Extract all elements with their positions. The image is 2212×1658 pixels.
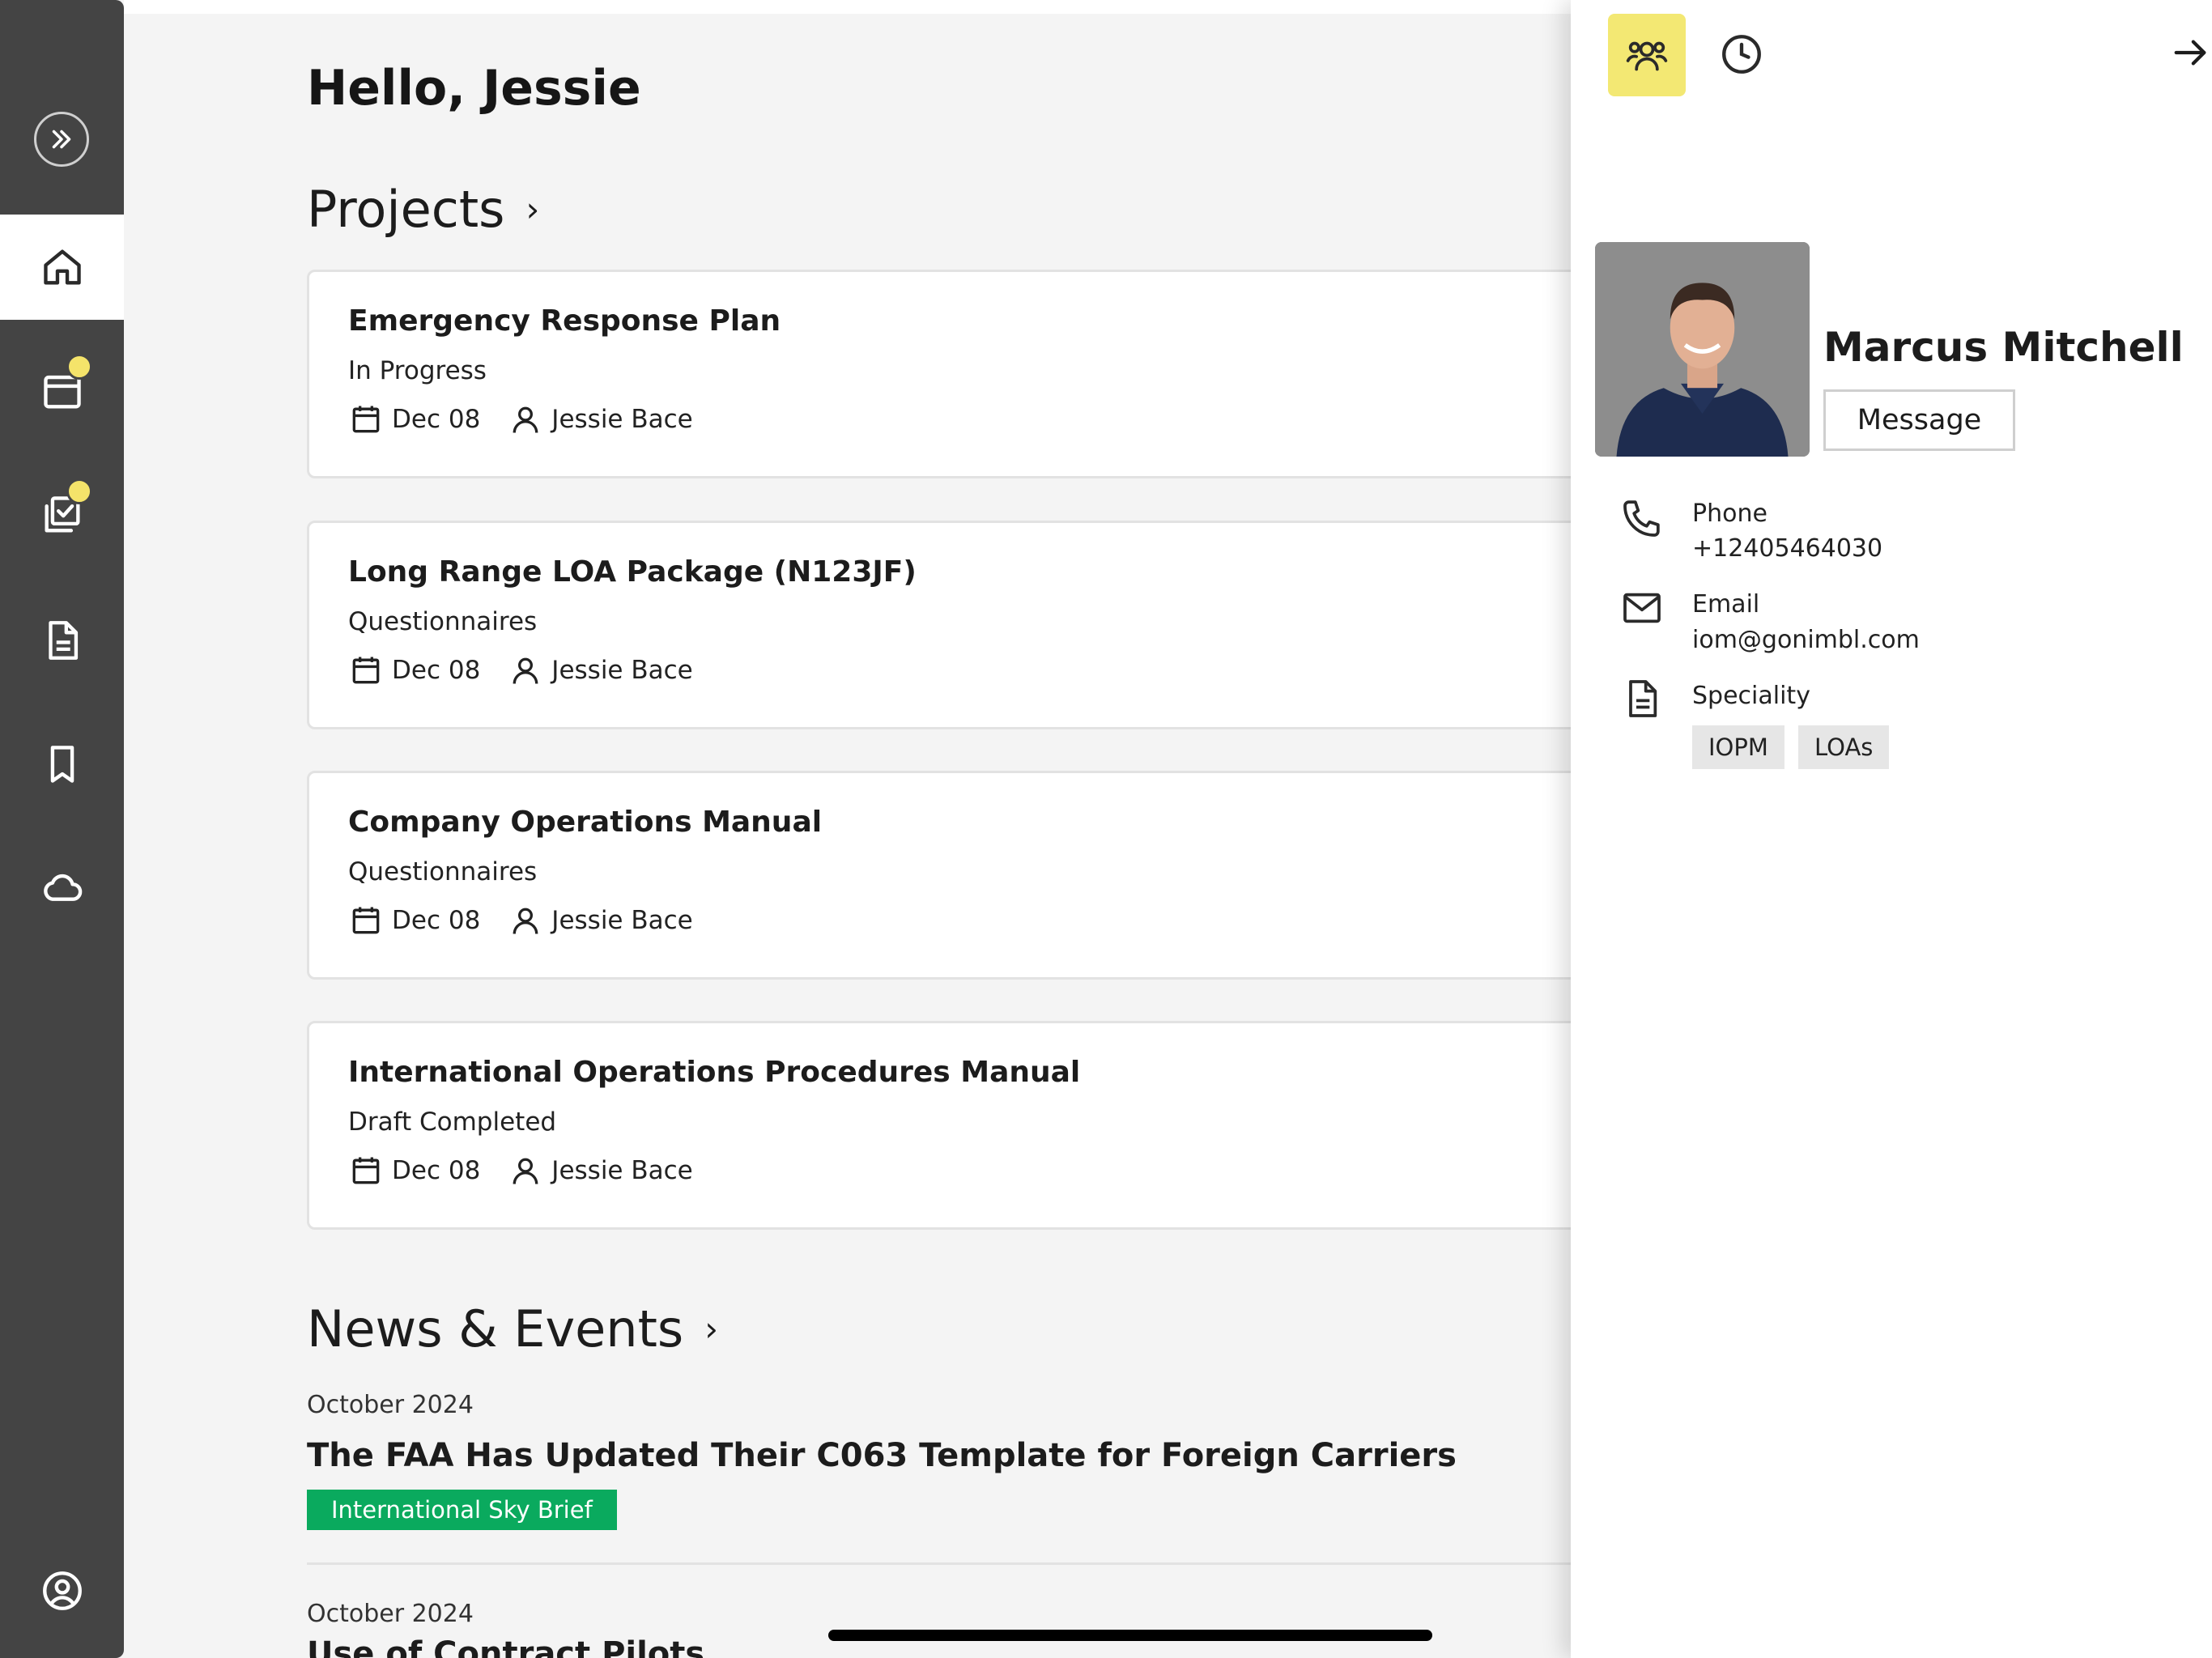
project-date: Dec 08 <box>392 656 481 685</box>
project-status: Questionnaires <box>348 857 538 886</box>
expand-icon <box>52 130 71 149</box>
project-status: In Progress <box>348 356 487 385</box>
project-owner: Jessie Bace <box>551 1156 693 1185</box>
sidebar-item-account[interactable] <box>0 1538 124 1643</box>
news-date: October 2024 <box>307 1391 474 1419</box>
project-title: Long Range LOA Package (N123JF) <box>348 555 917 589</box>
calendar-icon <box>352 657 380 684</box>
news-section-link[interactable]: News & Events › <box>307 1299 718 1358</box>
project-date: Dec 08 <box>392 405 481 434</box>
news-section-title: News & Events <box>307 1299 684 1358</box>
user-icon <box>513 908 538 934</box>
speciality-label: Speciality <box>1692 682 1810 710</box>
projects-section-link[interactable]: Projects › <box>307 180 539 239</box>
tab-history[interactable] <box>1716 29 1767 79</box>
user-icon <box>513 657 538 684</box>
speciality-chip: IOPM <box>1692 725 1784 769</box>
cloud-icon <box>43 874 82 901</box>
contacts-icon <box>1626 41 1668 71</box>
user-icon <box>513 406 538 433</box>
project-status: Questionnaires <box>348 607 538 636</box>
project-date: Dec 08 <box>392 1156 481 1185</box>
project-card[interactable]: Long Range LOA Package (N123JF) Question… <box>307 521 1586 729</box>
arrow-right-icon <box>2174 40 2206 66</box>
speciality-chip: LOAs <box>1798 725 1890 769</box>
project-meta: Dec 08 Jessie Bace <box>348 653 693 688</box>
sidebar-expand-button[interactable] <box>34 112 89 167</box>
news-title-link[interactable]: The FAA Has Updated Their C063 Template … <box>307 1437 1457 1474</box>
message-button[interactable]: Message <box>1823 389 2015 451</box>
chevron-right-icon: › <box>525 189 540 229</box>
email-label: Email <box>1692 590 1760 619</box>
projects-section-title: Projects <box>307 180 505 239</box>
project-meta: Dec 08 Jessie Bace <box>348 1153 693 1188</box>
document-icon <box>48 621 78 660</box>
sidebar <box>0 0 124 1658</box>
sidebar-item-home[interactable] <box>0 215 124 320</box>
close-panel-button[interactable] <box>2170 32 2210 73</box>
greeting-hello: Hello, <box>307 60 466 117</box>
project-meta: Dec 08 Jessie Bace <box>348 402 693 437</box>
calendar-icon <box>352 406 380 433</box>
sidebar-item-calendar[interactable] <box>0 338 124 444</box>
sidebar-item-documents[interactable] <box>0 588 124 693</box>
project-date: Dec 08 <box>392 906 481 935</box>
news-divider <box>307 1562 1586 1565</box>
avatar <box>1595 242 1810 457</box>
mail-icon <box>1623 593 1661 623</box>
project-owner: Jessie Bace <box>551 906 693 935</box>
greeting-name: Jessie <box>482 60 641 117</box>
contact-panel: Marcus Mitchell Message Phone +124054640… <box>1571 0 2212 1658</box>
user-icon <box>513 1158 538 1184</box>
greeting: Hello, Jessie <box>307 60 641 117</box>
contact-name: Marcus Mitchell <box>1823 324 2184 371</box>
phone-icon <box>1623 500 1660 537</box>
sidebar-item-cloud[interactable] <box>0 834 124 939</box>
project-meta: Dec 08 Jessie Bace <box>348 903 693 938</box>
document-icon <box>1629 680 1657 717</box>
phone-value[interactable]: +12405464030 <box>1692 534 1882 563</box>
calendar-icon <box>352 1157 380 1184</box>
sidebar-item-bookmarks[interactable] <box>0 712 124 817</box>
clock-icon <box>1722 35 1761 74</box>
phone-label: Phone <box>1692 500 1767 528</box>
chevron-right-icon: › <box>704 1309 719 1349</box>
notification-badge <box>66 354 92 380</box>
account-icon <box>42 1571 82 1610</box>
home-icon <box>43 249 81 285</box>
project-card[interactable]: Company Operations Manual Questionnaires… <box>307 771 1586 980</box>
project-card[interactable]: International Operations Procedures Manu… <box>307 1021 1586 1230</box>
project-title: International Operations Procedures Manu… <box>348 1056 1081 1089</box>
top-header-strip <box>124 0 1571 14</box>
project-owner: Jessie Bace <box>551 405 693 434</box>
project-status: Draft Completed <box>348 1107 557 1137</box>
news-title-link[interactable]: Use of Contract Pilots <box>307 1635 704 1658</box>
project-title: Company Operations Manual <box>348 806 823 839</box>
notification-badge <box>66 478 92 504</box>
tab-contacts[interactable] <box>1608 14 1686 96</box>
project-title: Emergency Response Plan <box>348 304 781 338</box>
sidebar-item-tasks[interactable] <box>0 462 124 568</box>
news-tag: International Sky Brief <box>307 1490 617 1530</box>
email-value[interactable]: iom@gonimbl.com <box>1692 626 1920 654</box>
project-card[interactable]: Emergency Response Plan In Progress Dec … <box>307 270 1586 478</box>
news-date: October 2024 <box>307 1600 474 1628</box>
bookmark-icon <box>50 746 74 783</box>
calendar-icon <box>352 907 380 934</box>
home-indicator <box>828 1630 1432 1641</box>
project-owner: Jessie Bace <box>551 656 693 685</box>
